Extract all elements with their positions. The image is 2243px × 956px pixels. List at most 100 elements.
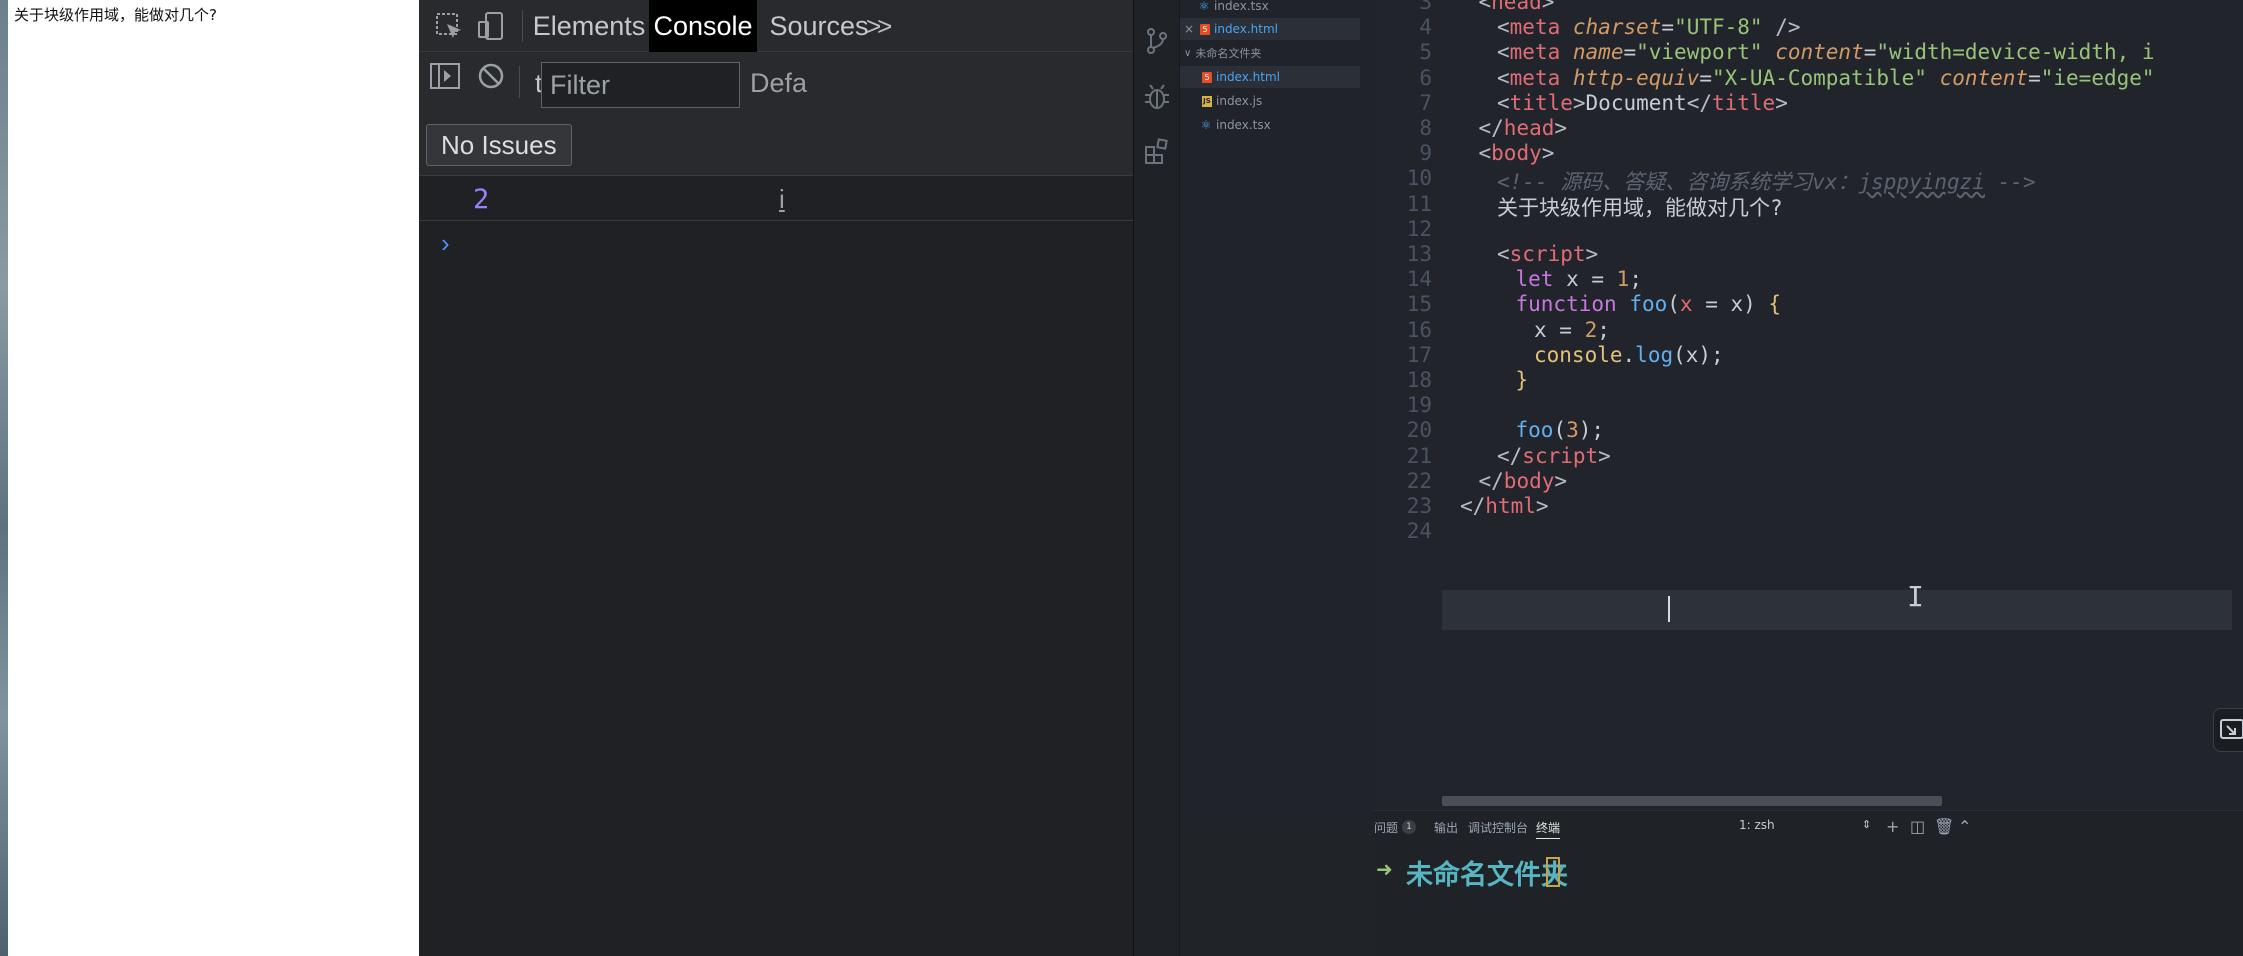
line-number: 5	[1419, 40, 1432, 65]
source-control-icon[interactable]	[1142, 26, 1172, 56]
split-terminal-icon[interactable]: ◫	[1910, 817, 1925, 836]
code-line: 5 <meta name="viewport" content="width=de…	[1374, 40, 2243, 65]
react-file-icon: ⚛	[1200, 118, 1212, 132]
more-tabs-chevron-icon[interactable]: >>	[866, 0, 892, 52]
line-number: 9	[1419, 141, 1432, 166]
open-editor-index-html[interactable]: × 5 index.html	[1180, 18, 1360, 40]
line-source: x = 2;	[1534, 317, 1610, 342]
line-number: 12	[1406, 216, 1432, 241]
line-source: <meta charset="UTF-8" />	[1497, 15, 1801, 40]
line-number: 16	[1406, 317, 1432, 342]
line-number: 22	[1406, 468, 1432, 493]
tab-console[interactable]: Console	[649, 0, 757, 52]
code-line: 19	[1374, 393, 2243, 418]
code-editor[interactable]: 3 <head> 4 <meta charset="UTF-8" /> 5 <meta n…	[1374, 0, 2243, 820]
console-log-value: 2	[473, 184, 490, 215]
maximize-panel-chevron-icon[interactable]: ⌃	[1958, 817, 1971, 836]
line-source: </html>	[1460, 494, 1549, 518]
js-file-icon: JS	[1202, 95, 1212, 107]
line-number: 17	[1406, 342, 1432, 367]
ibeam-cursor-icon: I	[1907, 580, 1924, 613]
code-line: 22 </body>	[1374, 469, 2243, 494]
file-name: index.tsx	[1214, 0, 1269, 13]
line-number: 15	[1406, 292, 1432, 317]
line-number: 24	[1406, 519, 1432, 544]
folder-name: 未命名文件夹	[1195, 47, 1262, 60]
console-filter-input[interactable]	[541, 62, 740, 108]
line-number: 10	[1406, 166, 1432, 191]
collapse-icon	[2220, 719, 2243, 739]
line-number: 6	[1419, 65, 1432, 90]
code-line: 24	[1374, 519, 2243, 544]
code-line: 17 console.log(x);	[1374, 343, 2243, 368]
file-name: index.html	[1214, 22, 1278, 36]
code-line: 9 <body>	[1374, 141, 2243, 166]
line-source: <head>	[1478, 0, 1555, 14]
tab-output[interactable]: 输出	[1434, 819, 1458, 836]
tab-sources[interactable]: Sources	[757, 0, 881, 52]
clear-console-icon[interactable]	[473, 58, 509, 94]
line-number: 3	[1419, 0, 1432, 14]
line-source: function foo(x = x) {	[1515, 292, 1782, 317]
prompt-arrow-icon: ➜	[1376, 857, 1393, 881]
file-item-index-tsx-2[interactable]: ⚛ index.tsx	[1180, 114, 1360, 136]
tab-elements[interactable]: Elements	[529, 0, 649, 52]
toolbar-divider	[519, 66, 520, 98]
line-source: <meta http-equiv="X-UA-Compatible" conte…	[1497, 65, 2155, 90]
line-number: 18	[1406, 368, 1432, 392]
code-line: 6 <meta http-equiv="X-UA-Compatible" cont…	[1374, 66, 2243, 91]
line-source: <body>	[1478, 141, 1555, 166]
horizontal-scrollbar[interactable]	[1442, 796, 1942, 806]
trash-icon[interactable]: 🗑	[1934, 817, 1954, 836]
folder-item-untitled[interactable]: ∨ 未命名文件夹	[1180, 42, 1360, 64]
line-number: 14	[1406, 267, 1432, 292]
line-source: foo(3);	[1515, 418, 1605, 443]
code-line: 7 <title>Document</title>	[1374, 91, 2243, 116]
activity-bar	[1134, 0, 1180, 956]
console-prompt[interactable]: ›	[441, 228, 450, 259]
debug-bug-icon[interactable]	[1142, 82, 1172, 112]
new-terminal-plus-icon[interactable]: +	[1886, 817, 1899, 836]
device-toolbar-icon[interactable]	[473, 8, 509, 44]
devtools-tabbar: Elements Console Sources >>	[419, 0, 1133, 52]
inspect-element-icon[interactable]	[431, 8, 467, 44]
file-item-index-tsx[interactable]: ⚛ index.tsx	[1198, 0, 1368, 17]
toolbar-divider	[522, 10, 523, 42]
problems-count-badge: 1	[1402, 820, 1416, 834]
code-line: 21 </script>	[1374, 444, 2243, 469]
bottom-panel: 问题 1 输出 调试控制台 终端 1: zsh ⇕ + ◫ 🗑 ⌃ ➜ 未命名文…	[1374, 810, 2243, 956]
line-source: console.log(x);	[1534, 342, 1724, 367]
code-line: 16 x = 2;	[1374, 318, 2243, 343]
sidebar-toggle-icon[interactable]	[427, 58, 463, 94]
line-source: </head>	[1478, 116, 1568, 140]
code-line: 23 </html>	[1374, 494, 2243, 519]
terminal-cursor	[1546, 857, 1560, 887]
code-line: 12	[1374, 217, 2243, 242]
code-line: 4 <meta charset="UTF-8" />	[1374, 15, 2243, 40]
console-message-row	[419, 178, 1133, 221]
code-line: 15 function foo(x = x) {	[1374, 292, 2243, 317]
issues-button[interactable]: No Issues	[426, 124, 572, 166]
tab-debug-console[interactable]: 调试控制台	[1468, 819, 1528, 836]
tab-terminal[interactable]: 终端	[1536, 819, 1561, 839]
extensions-icon[interactable]	[1142, 136, 1172, 166]
code-line: 8 </head>	[1374, 116, 2243, 141]
text-caret	[1668, 596, 1670, 622]
console-source-link[interactable]: i	[779, 184, 785, 215]
terminal-select[interactable]: 1: zsh	[1739, 818, 1877, 836]
line-number: 7	[1419, 90, 1432, 115]
line-number: 19	[1406, 393, 1432, 418]
file-item-index-html[interactable]: 5 index.html	[1180, 66, 1360, 88]
select-arrows-icon[interactable]: ⇕	[1862, 818, 1871, 831]
log-levels-dropdown[interactable]: Defa	[750, 68, 807, 99]
code-line: 3 <head>	[1374, 0, 2243, 15]
close-icon[interactable]: ×	[1184, 22, 1196, 36]
tab-problems[interactable]: 问题	[1374, 819, 1398, 836]
code-line: 20 foo(3);	[1374, 418, 2243, 443]
floating-panel-toggle[interactable]	[2213, 708, 2243, 752]
file-name: index.tsx	[1216, 118, 1271, 132]
html-file-icon: 5	[1200, 23, 1210, 35]
line-number: 4	[1419, 15, 1432, 40]
file-item-index-js[interactable]: JS index.js	[1180, 90, 1360, 112]
line-source: let x = 1;	[1515, 267, 1642, 292]
